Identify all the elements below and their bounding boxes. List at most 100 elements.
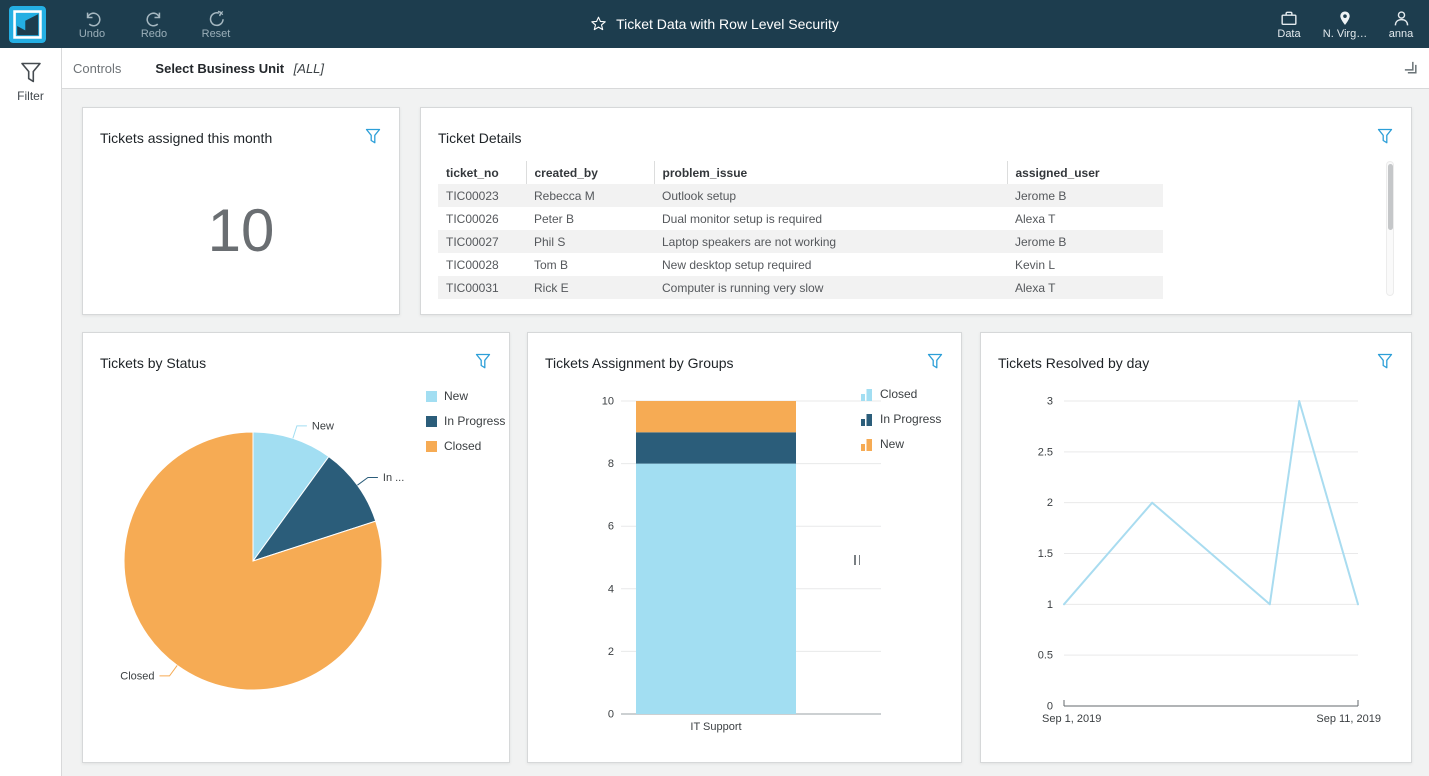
legend-swatch	[426, 390, 437, 402]
data-button[interactable]: Data	[1265, 9, 1313, 40]
ticket-details-card: Ticket Details ticket_no created_by proble…	[420, 107, 1412, 315]
column-header[interactable]: assigned_user	[1007, 161, 1163, 184]
legend-item[interactable]: New	[861, 437, 941, 451]
y-tick-label: 2	[1047, 497, 1053, 509]
pie-callout-label: New	[312, 420, 334, 432]
legend-bars-icon	[861, 388, 872, 401]
table-cell: Laptop speakers are not working	[654, 230, 1007, 253]
table-cell: TIC00026	[446, 211, 499, 226]
table-cell: Phil S	[526, 230, 654, 253]
table-cell: Outlook setup	[654, 184, 1007, 207]
table-scrollbar-thumb[interactable]	[1387, 164, 1393, 230]
table-cell: Rick E	[526, 276, 654, 299]
redo-icon	[145, 11, 160, 26]
table-cell: Alexa T	[1015, 211, 1056, 226]
tickets-assignment-card: Tickets Assignment by Groups 0 2 4 6 8 10 IT S…	[527, 332, 962, 763]
kpi-card: Tickets assigned this month 10	[82, 107, 400, 315]
table-cell: Kevin L	[1015, 257, 1056, 272]
pie-callout-label: Closed	[120, 670, 154, 682]
reset-button[interactable]: Reset	[192, 9, 240, 40]
table-row[interactable]: TIC00023 Rebecca M Outlook setup Jerome B	[438, 184, 1163, 207]
table-cell: Rebecca M	[526, 184, 654, 207]
quicksight-logo[interactable]	[9, 5, 46, 43]
kpi-filter-icon[interactable]	[365, 128, 381, 145]
column-header[interactable]: ticket_no	[438, 161, 527, 184]
reset-label: Reset	[201, 27, 231, 40]
pie-legend: New In Progress Closed	[426, 389, 505, 453]
y-tick-label: 1.5	[1038, 548, 1053, 560]
user-button[interactable]: anna	[1377, 9, 1425, 40]
y-tick-label: 10	[602, 396, 614, 408]
y-tick-label: 1	[1047, 599, 1053, 611]
y-tick-label: 3	[1047, 396, 1053, 408]
table-row[interactable]: TIC00026 Peter B Dual monitor setup is req…	[438, 207, 1163, 230]
sidebar-filter-label: Filter	[17, 89, 44, 103]
legend-item[interactable]: Closed	[426, 439, 505, 453]
left-sidebar: Filter	[0, 48, 62, 776]
table-row[interactable]: TIC00031 Rick E Computer is running very s…	[438, 276, 1163, 299]
table-cell: Dual monitor setup is required	[662, 211, 823, 226]
star-icon[interactable]	[590, 16, 607, 32]
legend-item[interactable]: Closed	[861, 387, 941, 401]
control-name: Select Business Unit	[155, 60, 285, 76]
undo-label: Undo	[78, 27, 106, 40]
region-button[interactable]: N. Virg…	[1321, 9, 1369, 40]
legend-label: New	[880, 437, 905, 451]
column-header[interactable]: problem_issue	[654, 161, 1008, 184]
data-label: Data	[1277, 27, 1301, 40]
line-chart: 0 0.5 1 1.5 2 2.5 3 Sep 1, 2019 Sep 11, 2019	[1038, 396, 1381, 726]
y-tick-label: 4	[608, 583, 614, 595]
table-cell: TIC00023	[438, 184, 526, 207]
y-tick-label: 0	[608, 709, 614, 721]
legend-label: Closed	[880, 387, 918, 401]
pie-callout-line	[357, 477, 378, 486]
legend-item[interactable]: New	[426, 389, 505, 403]
table-cell: TIC00031	[438, 276, 526, 299]
undo-button[interactable]: Undo	[68, 9, 116, 40]
sidebar-filter-button[interactable]: Filter	[0, 48, 61, 103]
bar-segment[interactable]	[636, 463, 796, 714]
bar-legend: Closed In Progress New	[861, 387, 941, 451]
pie-callout-line	[292, 425, 307, 439]
legend-resize-handle[interactable]	[854, 555, 860, 565]
bar-segment[interactable]	[636, 401, 796, 433]
y-tick-label: 2	[608, 646, 614, 658]
legend-label: Closed	[444, 439, 482, 453]
pie-callout-label: In ...	[383, 472, 404, 484]
table-scrollbar	[1386, 161, 1394, 296]
ticket-table: ticket_no created_by problem_issue assigned…	[438, 161, 1163, 299]
legend-swatch	[426, 440, 437, 452]
x-axis-label-start: Sep 1, 2019	[1042, 713, 1101, 725]
legend-swatch	[426, 415, 437, 427]
y-tick-label: 0.5	[1038, 650, 1053, 662]
table-cell: Alexa T	[1007, 276, 1163, 299]
legend-label: New	[444, 389, 469, 403]
table-cell: New desktop setup required	[662, 257, 812, 272]
region-label: N. Virg…	[1322, 27, 1368, 40]
history-buttons: Undo Redo Reset	[68, 9, 240, 40]
table-cell: Jerome B	[1007, 184, 1163, 207]
redo-button[interactable]: Redo	[130, 9, 178, 40]
legend-item[interactable]: In Progress	[426, 414, 505, 428]
user-icon	[1394, 10, 1408, 25]
legend-label: In Progress	[444, 414, 506, 428]
collapse-controls-icon[interactable]	[1401, 58, 1422, 79]
tickets-by-status-card: Tickets by Status New In ... Closed New In …	[82, 332, 510, 763]
controls-bar: Controls Select Business Unit [ALL]	[62, 48, 1429, 89]
table-cell: TIC00028	[446, 257, 499, 272]
table-row[interactable]: TIC00028 Tom B New desktop setup required K…	[438, 253, 1163, 276]
table-cell: Tom B	[534, 257, 569, 272]
legend-item[interactable]: In Progress	[861, 412, 941, 426]
table-header-row: ticket_no created_by problem_issue assigned…	[438, 161, 1163, 184]
table-row[interactable]: TIC00027 Phil S Laptop speakers are not wo…	[438, 230, 1163, 253]
bar-segment[interactable]	[636, 432, 796, 464]
column-header[interactable]: created_by	[526, 161, 655, 184]
user-label: anna	[1388, 27, 1414, 40]
legend-bars-icon	[861, 438, 872, 451]
x-axis-label-end: Sep 11, 2019	[1316, 713, 1381, 725]
business-unit-control[interactable]: Select Business Unit [ALL]	[155, 61, 324, 76]
tickets-resolved-card: Tickets Resolved by day 0 0.5 1 1.5 2 2.5 3 Sep…	[980, 332, 1412, 763]
table-filter-icon[interactable]	[1377, 128, 1393, 145]
table-cell: Peter B	[534, 211, 575, 226]
redo-label: Redo	[140, 27, 168, 40]
